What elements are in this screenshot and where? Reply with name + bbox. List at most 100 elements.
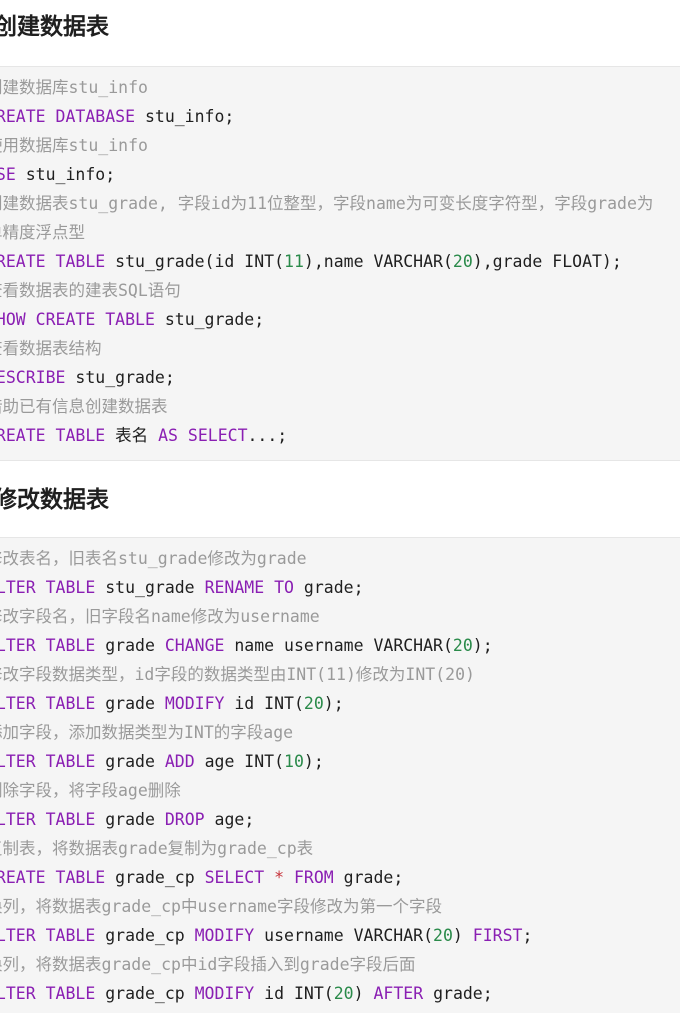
code-text: grade; xyxy=(333,868,404,887)
code-text: id INT( xyxy=(254,984,334,1003)
code-line: 修改字段名，旧字段名name修改为username xyxy=(0,602,320,631)
code-text: stu_info; xyxy=(135,107,235,126)
code-line: 删除字段，将字段age删除 xyxy=(0,776,181,805)
code-text: grade; xyxy=(423,984,493,1003)
code-comment: 使用数据库stu_info xyxy=(0,136,148,155)
code-line: 借助已有信息创建数据表 xyxy=(0,392,168,421)
sql-keyword: CREATE TABLE xyxy=(0,252,106,271)
code-line: CREATE DATABASE stu_info; xyxy=(0,102,234,131)
sql-keyword: MODIFY xyxy=(194,926,255,945)
code-text: ),grade FLOAT); xyxy=(472,252,622,271)
code-comment: 借助已有信息创建数据表 xyxy=(0,397,168,416)
code-line: ALTER TABLE grade CHANGE name username V… xyxy=(0,631,493,660)
code-text: stu_grade(id INT( xyxy=(105,252,285,271)
sql-keyword: SELECT xyxy=(204,868,265,887)
code-text: ); xyxy=(303,752,324,771)
sql-keyword: AFTER xyxy=(373,984,424,1003)
code-text: ) xyxy=(353,984,374,1003)
code-text: grade_cp xyxy=(105,868,205,887)
code-line: 复制表，将数据表grade复制为grade_cp表 xyxy=(0,834,313,863)
code-comment: 修改字段数据类型，id字段的数据类型由INT(11)修改为INT(20) xyxy=(0,665,475,684)
code-text: id INT( xyxy=(224,694,304,713)
code-line: 查看数据表结构 xyxy=(0,334,102,363)
code-line: ALTER TABLE grade_cp MODIFY id INT(20) A… xyxy=(0,979,493,1008)
code-text: ; xyxy=(522,926,533,945)
code-text: grade xyxy=(95,810,165,829)
code-text: grade; xyxy=(293,578,364,597)
code-text: name username VARCHAR( xyxy=(224,636,453,655)
code-text: age; xyxy=(204,810,255,829)
code-line: ALTER TABLE grade DROP age; xyxy=(0,805,254,834)
code-text: stu_info; xyxy=(15,165,116,184)
code-text: ...; xyxy=(247,426,288,445)
wildcard-symbol: * xyxy=(274,868,285,887)
code-comment: 换列，将数据表grade_cp中username字段修改为第一个字段 xyxy=(0,897,442,916)
code-line: ALTER TABLE grade MODIFY id INT(20); xyxy=(0,689,344,718)
code-text: ); xyxy=(472,636,493,655)
sql-keyword: ALTER TABLE xyxy=(0,926,96,945)
sql-keyword: FIRST xyxy=(472,926,523,945)
sql-keyword: FROM xyxy=(293,868,334,887)
code-line: 单精度浮点型 xyxy=(0,218,85,247)
sql-keyword: ALTER TABLE xyxy=(0,636,96,655)
sql-keyword: USE xyxy=(0,165,16,184)
code-comment: 查看数据表结构 xyxy=(0,339,102,358)
code-text: 表名 xyxy=(105,426,159,445)
code-text: stu_grade; xyxy=(154,310,265,329)
code-text: ); xyxy=(323,694,344,713)
code-comment: 复制表，将数据表grade复制为grade_cp表 xyxy=(0,839,314,858)
sql-keyword: ALTER TABLE xyxy=(0,578,96,597)
code-text: ) xyxy=(452,926,473,945)
section-title-alter-table: 修改数据表 xyxy=(0,487,109,513)
code-text: age INT( xyxy=(194,752,285,771)
sql-keyword: CREATE TABLE xyxy=(0,868,106,887)
code-line: 创建数据库stu_info xyxy=(0,73,148,102)
sql-keyword: CREATE DATABASE xyxy=(0,107,136,126)
sql-keyword: MODIFY xyxy=(194,984,255,1003)
code-line: 添加字段，添加数据类型为INT的字段age xyxy=(0,718,293,747)
code-line: SHOW CREATE TABLE stu_grade; xyxy=(0,305,264,334)
sql-keyword: ALTER TABLE xyxy=(0,694,96,713)
sql-keyword: ALTER TABLE xyxy=(0,984,96,1003)
sql-keyword: RENAME TO xyxy=(204,578,294,597)
code-line: ALTER TABLE stu_grade RENAME TO grade; xyxy=(0,573,364,602)
code-block-create-table: 创建数据库stu_info CREATE DATABASE stu_info; 使用… xyxy=(0,66,680,461)
code-line: 换列，将数据表grade_cp中username字段修改为第一个字段 xyxy=(0,892,442,921)
sql-keyword: DESCRIBE xyxy=(0,368,66,387)
number-literal: 20 xyxy=(452,636,473,655)
code-line: 创建数据表stu_grade, 字段id为11位整型，字段name为可变长度字符… xyxy=(0,189,653,218)
code-line: USE stu_info; xyxy=(0,160,115,189)
sql-keyword: SHOW CREATE TABLE xyxy=(0,310,155,329)
code-comment: 换列，将数据表grade_cp中id字段插入到grade字段后面 xyxy=(0,955,416,974)
code-line: CREATE TABLE stu_grade(id INT(11),name V… xyxy=(0,247,622,276)
code-line: 修改字段数据类型，id字段的数据类型由INT(11)修改为INT(20) xyxy=(0,660,475,689)
sql-keyword: DROP xyxy=(164,810,205,829)
code-text: grade xyxy=(95,636,165,655)
sql-keyword: CREATE TABLE xyxy=(0,426,106,445)
number-literal: 20 xyxy=(333,984,354,1003)
code-line: ALTER TABLE grade ADD age INT(10); xyxy=(0,747,324,776)
code-comment: 创建数据库stu_info xyxy=(0,78,148,97)
code-line: 修改表名，旧表名stu_grade修改为grade xyxy=(0,544,307,573)
code-comment: 删除字段，将字段age删除 xyxy=(0,781,181,800)
code-block-alter-table: 修改表名，旧表名stu_grade修改为grade ALTER TABLE stu… xyxy=(0,537,680,1013)
code-comment: 查看数据表的建表SQL语句 xyxy=(0,281,181,300)
code-text: grade_cp xyxy=(95,926,195,945)
code-text: grade xyxy=(95,752,165,771)
code-comment: 创建数据表stu_grade, 字段id为11位整型，字段name为可变长度字符… xyxy=(0,194,654,213)
number-literal: 11 xyxy=(284,252,304,271)
code-line: CREATE TABLE 表名 AS SELECT...; xyxy=(0,421,287,450)
code-comment: 修改表名，旧表名stu_grade修改为grade xyxy=(0,549,307,568)
code-line: DESCRIBE stu_grade; xyxy=(0,363,175,392)
code-comment: 添加字段，添加数据类型为INT的字段age xyxy=(0,723,294,742)
sql-keyword: ADD xyxy=(164,752,195,771)
code-line: ALTER TABLE grade_cp MODIFY username VAR… xyxy=(0,921,532,950)
code-line: 使用数据库stu_info xyxy=(0,131,148,160)
code-comment: 修改字段名，旧字段名name修改为username xyxy=(0,607,320,626)
number-literal: 20 xyxy=(303,694,324,713)
code-text: grade_cp xyxy=(95,984,195,1003)
sql-keyword: MODIFY xyxy=(164,694,225,713)
sql-keyword: AS SELECT xyxy=(158,426,248,445)
